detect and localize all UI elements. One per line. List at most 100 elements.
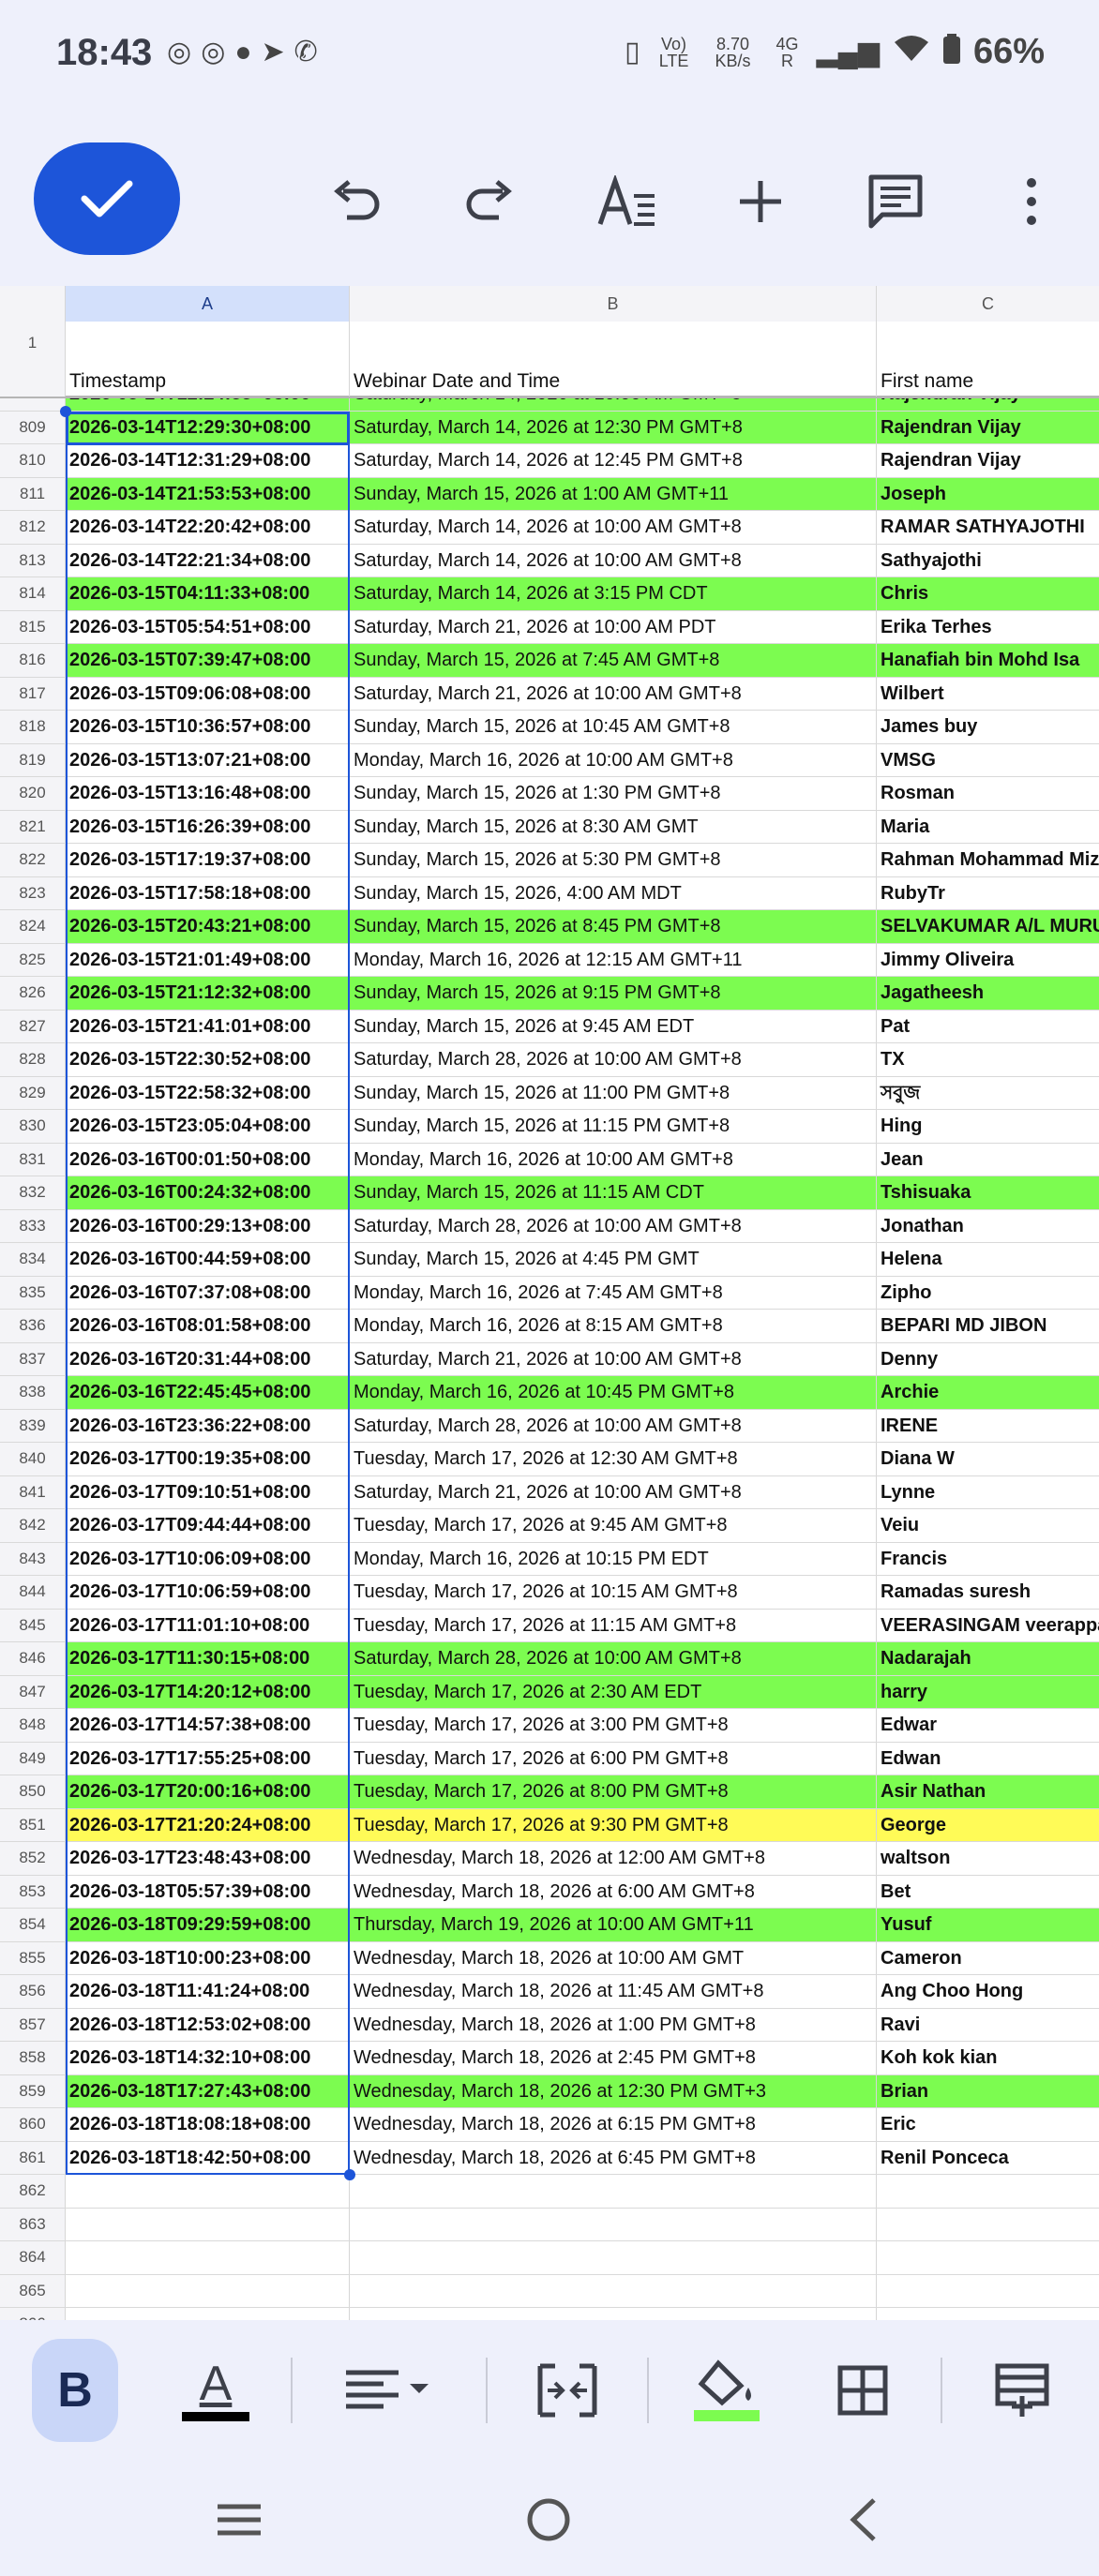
cell-webinar-date[interactable] (350, 2308, 877, 2320)
table-row[interactable]: 866 (0, 2308, 1099, 2320)
table-row[interactable]: 825 2026-03-15T21:01:49+08:00 Monday, Marc… (0, 943, 1099, 977)
row-number[interactable]: 843 (0, 1542, 66, 1575)
cell-timestamp[interactable]: 2026-03-16T23:36:22+08:00 (66, 1409, 350, 1442)
cell-webinar-date[interactable] (350, 2241, 877, 2274)
table-row[interactable]: 809 2026-03-14T12:29:30+08:00 Saturday, Ma… (0, 411, 1099, 444)
cell-first-name[interactable]: Maria (877, 811, 1099, 844)
table-row[interactable]: 856 2026-03-18T11:41:24+08:00 Wednesday, M… (0, 1975, 1099, 2009)
cell-webinar-date[interactable]: Wednesday, March 18, 2026 at 2:45 PM GMT… (350, 2042, 877, 2074)
cell-timestamp[interactable] (66, 2175, 350, 2208)
cell-first-name[interactable]: Nadarajah (877, 1642, 1099, 1675)
table-row[interactable]: 844 2026-03-17T10:06:59+08:00 Tuesday, Mar… (0, 1576, 1099, 1610)
cell-first-name[interactable] (877, 2308, 1099, 2320)
table-row[interactable]: 850 2026-03-17T20:00:16+08:00 Tuesday, Mar… (0, 1775, 1099, 1809)
cell-first-name[interactable]: SELVAKUMAR A/L MURU (877, 910, 1099, 943)
header-cell-first-name[interactable]: First name (877, 322, 1099, 397)
row-number[interactable]: 838 (0, 1376, 66, 1409)
cell-webinar-date[interactable]: Wednesday, March 18, 2026 at 6:15 PM GMT… (350, 2108, 877, 2141)
cell-first-name[interactable]: Diana W (877, 1443, 1099, 1475)
cell-webinar-date[interactable]: Sunday, March 15, 2026 at 10:45 AM GMT+8 (350, 711, 877, 743)
row-number[interactable]: 820 (0, 777, 66, 810)
cell-timestamp[interactable]: 2026-03-15T09:06:08+08:00 (66, 677, 350, 710)
cell-first-name[interactable]: Bet (877, 1876, 1099, 1909)
table-row[interactable]: 858 2026-03-18T14:32:10+08:00 Wednesday, M… (0, 2042, 1099, 2075)
row-number[interactable]: 845 (0, 1609, 66, 1641)
row-number[interactable]: 851 (0, 1808, 66, 1841)
cell-webinar-date[interactable]: Tuesday, March 17, 2026 at 12:30 AM GMT+… (350, 1443, 877, 1475)
cell-webinar-date[interactable]: Sunday, March 15, 2026 at 7:45 AM GMT+8 (350, 644, 877, 677)
cell-webinar-date[interactable] (350, 2208, 877, 2240)
cell-webinar-date[interactable]: Saturday, March 21, 2026 at 10:00 AM GMT… (350, 1342, 877, 1375)
cell-first-name[interactable]: Rajendran Vijay (877, 444, 1099, 477)
row-number[interactable]: 816 (0, 644, 66, 677)
cell-webinar-date[interactable]: Sunday, March 15, 2026 at 11:00 PM GMT+8 (350, 1076, 877, 1109)
cell-timestamp[interactable]: 2026-03-17T11:01:10+08:00 (66, 1609, 350, 1641)
cell-webinar-date[interactable]: Tuesday, March 17, 2026 at 9:45 AM GMT+8 (350, 1509, 877, 1542)
cell-webinar-date[interactable]: Monday, March 16, 2026 at 10:45 PM GMT+8 (350, 1376, 877, 1409)
cell-webinar-date[interactable] (350, 2175, 877, 2208)
cell-first-name[interactable]: waltson (877, 1842, 1099, 1875)
cell-first-name[interactable]: Jagatheesh (877, 977, 1099, 1010)
cell-timestamp[interactable]: 2026-03-15T21:12:32+08:00 (66, 977, 350, 1010)
cell-timestamp[interactable]: 2026-03-16T00:44:59+08:00 (66, 1243, 350, 1276)
cell-first-name[interactable]: Rajendran Vijay (877, 398, 1099, 411)
table-row[interactable]: 834 2026-03-16T00:44:59+08:00 Sunday, Marc… (0, 1243, 1099, 1277)
cell-timestamp[interactable]: 2026-03-14T12:29:30+08:00 (66, 411, 350, 443)
cell-timestamp[interactable]: 2026-03-15T07:39:47+08:00 (66, 644, 350, 677)
cell-first-name[interactable] (877, 2209, 1099, 2241)
cell-timestamp[interactable]: 2026-03-17T21:20:24+08:00 (66, 1808, 350, 1841)
table-row[interactable]: 810 2026-03-14T12:31:29+08:00 Saturday, Ma… (0, 444, 1099, 478)
cell-timestamp[interactable]: 2026-03-17T09:44:44+08:00 (66, 1509, 350, 1542)
table-row[interactable]: 824 2026-03-15T20:43:21+08:00 Sunday, Marc… (0, 910, 1099, 944)
cell-webinar-date[interactable]: Saturday, March 21, 2026 at 10:00 AM PDT (350, 610, 877, 643)
table-row[interactable]: 840 2026-03-17T00:19:35+08:00 Tuesday, Mar… (0, 1443, 1099, 1476)
cell-webinar-date[interactable]: Wednesday, March 18, 2026 at 1:00 PM GMT… (350, 2008, 877, 2041)
column-header-b[interactable]: B (350, 286, 877, 322)
cell-webinar-date[interactable]: Sunday, March 15, 2026 at 4:45 PM GMT (350, 1243, 877, 1276)
row-number[interactable]: 866 (0, 2308, 66, 2320)
cell-webinar-date[interactable]: Tuesday, March 17, 2026 at 6:00 PM GMT+8 (350, 1742, 877, 1775)
table-row[interactable]: 842 2026-03-17T09:44:44+08:00 Tuesday, Mar… (0, 1509, 1099, 1543)
cell-timestamp[interactable]: 2026-03-16T07:37:08+08:00 (66, 1276, 350, 1309)
table-row[interactable]: 854 2026-03-18T09:29:59+08:00 Thursday, Ma… (0, 1909, 1099, 1942)
cell-webinar-date[interactable]: Sunday, March 15, 2026, 4:00 AM MDT (350, 876, 877, 909)
cell-first-name[interactable]: Rajendran Vijay (877, 412, 1099, 444)
row-number[interactable]: 850 (0, 1775, 66, 1808)
cell-timestamp[interactable]: 2026-03-14T22:21:34+08:00 (66, 544, 350, 577)
row-number[interactable]: 812 (0, 511, 66, 544)
header-cell-timestamp[interactable]: Timestamp (66, 322, 350, 397)
cell-webinar-date[interactable]: Saturday, March 28, 2026 at 10:00 AM GMT… (350, 1409, 877, 1442)
cell-webinar-date[interactable]: Wednesday, March 18, 2026 at 6:00 AM GMT… (350, 1875, 877, 1908)
table-row[interactable]: 823 2026-03-15T17:58:18+08:00 Sunday, Marc… (0, 876, 1099, 910)
table-row[interactable]: 816 2026-03-15T07:39:47+08:00 Sunday, Marc… (0, 644, 1099, 678)
cell-first-name[interactable]: Denny (877, 1343, 1099, 1376)
cell-timestamp[interactable]: 2026-03-15T05:54:51+08:00 (66, 610, 350, 643)
row-number[interactable]: 846 (0, 1642, 66, 1675)
cell-timestamp[interactable] (66, 2208, 350, 2240)
row-number[interactable]: 818 (0, 711, 66, 743)
cell-timestamp[interactable]: 2026-03-15T21:41:01+08:00 (66, 1010, 350, 1042)
cell-first-name[interactable]: Veiu (877, 1509, 1099, 1542)
fill-color-button[interactable] (689, 2339, 764, 2442)
cell-timestamp[interactable]: 2026-03-18T12:53:02+08:00 (66, 2008, 350, 2041)
table-row[interactable]: 820 2026-03-15T13:16:48+08:00 Sunday, Marc… (0, 777, 1099, 811)
cell-first-name[interactable]: Sathyajothi (877, 545, 1099, 577)
cell-first-name[interactable]: Wilbert (877, 678, 1099, 711)
table-row[interactable]: 851 2026-03-17T21:20:24+08:00 Tuesday, Mar… (0, 1808, 1099, 1842)
cell-timestamp[interactable]: 2026-03-15T17:58:18+08:00 (66, 876, 350, 909)
cell-webinar-date[interactable]: Tuesday, March 17, 2026 at 11:15 AM GMT+… (350, 1609, 877, 1641)
column-header-c[interactable]: C (877, 286, 1099, 322)
cell-first-name[interactable]: Edwar (877, 1709, 1099, 1742)
row-number[interactable]: 815 (0, 610, 66, 643)
cell-timestamp[interactable]: 2026-03-16T00:24:32+08:00 (66, 1176, 350, 1209)
table-row[interactable]: 818 2026-03-15T10:36:57+08:00 Sunday, Marc… (0, 711, 1099, 744)
cell-first-name[interactable]: Francis (877, 1543, 1099, 1576)
row-number[interactable]: 822 (0, 844, 66, 876)
table-row[interactable]: 832 2026-03-16T00:24:32+08:00 Sunday, Marc… (0, 1176, 1099, 1210)
row-number[interactable]: 817 (0, 677, 66, 710)
row-number[interactable]: 863 (0, 2208, 66, 2240)
cell-webinar-date[interactable]: Tuesday, March 17, 2026 at 3:00 PM GMT+8 (350, 1709, 877, 1742)
row-number[interactable]: 842 (0, 1509, 66, 1542)
cell-first-name[interactable]: RubyTr (877, 877, 1099, 910)
cell-webinar-date[interactable]: Monday, March 16, 2026 at 7:45 AM GMT+8 (350, 1276, 877, 1309)
